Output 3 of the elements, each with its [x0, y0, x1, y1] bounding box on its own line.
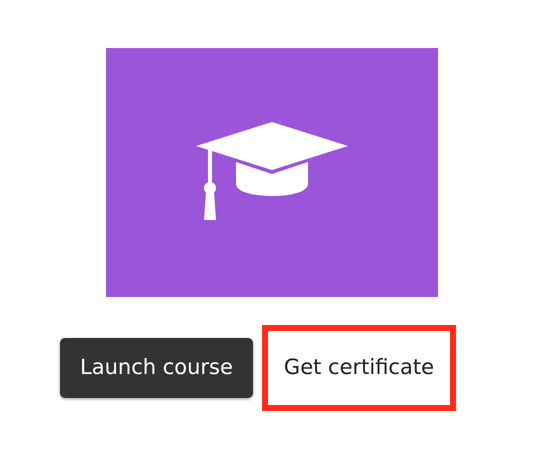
- graduation-cap-icon: [196, 122, 348, 222]
- certificate-button[interactable]: Get certificate: [262, 325, 456, 411]
- launch-button[interactable]: Launch course: [60, 338, 253, 398]
